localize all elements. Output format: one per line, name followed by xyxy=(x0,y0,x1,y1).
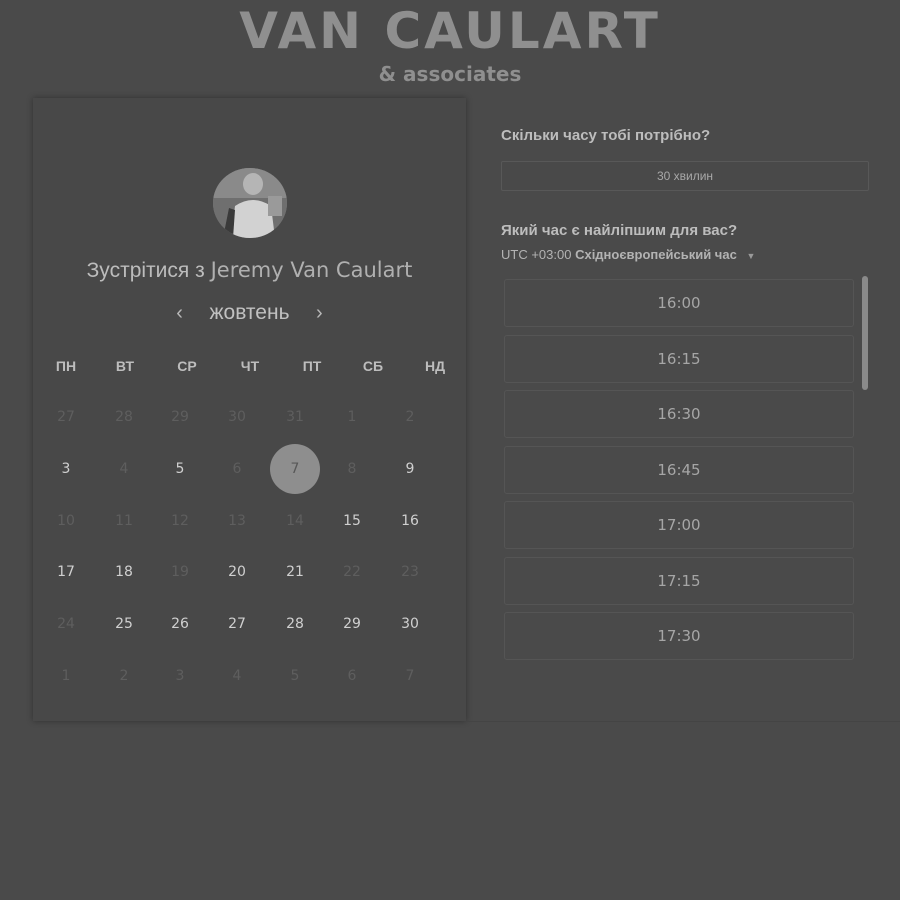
calendar-day: 22 xyxy=(343,564,361,580)
calendar-day[interactable]: 25 xyxy=(99,599,149,649)
calendar-day: 24 xyxy=(57,616,75,632)
calendar-day[interactable]: 27 xyxy=(212,599,262,649)
time-slot-button[interactable]: 16:30 xyxy=(504,390,854,438)
calendar-day: 2 xyxy=(119,668,129,684)
chevron-right-icon[interactable]: › xyxy=(307,302,331,325)
duration-question: Скільки часу тобі потрібно? xyxy=(501,127,711,144)
weekday-label: ПТ xyxy=(302,358,322,374)
calendar-day[interactable]: 18 xyxy=(99,547,149,597)
calendar-day: 1 xyxy=(61,668,71,684)
calendar-day: 1 xyxy=(347,409,357,425)
calendar-day: 19 xyxy=(171,564,189,580)
calendar-day: 11 xyxy=(115,513,133,529)
weekday-label: ВТ xyxy=(115,358,135,374)
booking-card: Зустрітися з Jeremy Van Caulart ‹ жовтен… xyxy=(33,98,466,721)
weekday-label: СБ xyxy=(362,358,384,374)
calendar-day[interactable]: 3 xyxy=(41,444,91,494)
calendar-day: 23 xyxy=(401,564,419,580)
time-slot-list: 16:00 16:15 16:30 16:45 17:00 17:15 17:30 xyxy=(504,278,856,668)
host-photo-icon xyxy=(213,168,287,238)
calendar-day: 29 xyxy=(171,409,189,425)
calendar-day: 14 xyxy=(286,513,304,529)
host-name: Jeremy Van Caulart xyxy=(210,258,413,282)
divider xyxy=(466,721,900,722)
host-avatar xyxy=(213,168,287,238)
calendar-day: 6 xyxy=(232,461,242,477)
calendar-day: 4 xyxy=(232,668,242,684)
calendar-day[interactable]: 26 xyxy=(155,599,205,649)
time-slot-button[interactable]: 16:15 xyxy=(504,334,854,383)
calendar-day: 7 xyxy=(405,668,415,684)
chevron-left-icon[interactable]: ‹ xyxy=(168,302,192,325)
calendar-day[interactable]: 28 xyxy=(270,599,320,649)
duration-select[interactable]: 30 хвилин xyxy=(501,161,869,191)
calendar-day[interactable]: 30 xyxy=(385,599,435,649)
weekday-label: ЧТ xyxy=(240,358,260,374)
calendar-day: 30 xyxy=(228,409,246,425)
meet-prefix: Зустрітися з xyxy=(86,259,205,282)
calendar-day: 10 xyxy=(57,513,75,529)
timezone-offset: UTC +03:00 xyxy=(501,247,572,262)
weekday-label: ПН xyxy=(55,358,77,374)
calendar-day: 2 xyxy=(405,409,415,425)
calendar-day[interactable]: 20 xyxy=(212,547,262,597)
slot-scrollbar[interactable] xyxy=(862,276,868,666)
calendar-day-selected[interactable]: 7 xyxy=(270,444,320,494)
timezone-name: Східноєвропейський час xyxy=(575,247,737,262)
calendar-day[interactable]: 9 xyxy=(385,444,435,494)
time-question: Який час є найліпшим для вас? xyxy=(501,222,738,239)
calendar-day[interactable]: 5 xyxy=(155,444,205,494)
month-navigation: ‹ жовтень › xyxy=(33,301,466,325)
calendar-day: 13 xyxy=(228,513,246,529)
calendar-day[interactable]: 21 xyxy=(270,547,320,597)
month-label: жовтень xyxy=(209,301,290,324)
calendar-day: 27 xyxy=(57,409,75,425)
time-slot-button[interactable]: 17:15 xyxy=(504,556,854,605)
timezone-selector[interactable]: UTC +03:00 Східноєвропейський час ▼ xyxy=(501,247,755,262)
calendar-day[interactable]: 16 xyxy=(385,496,435,546)
calendar-day[interactable]: 15 xyxy=(327,496,377,546)
calendar-day: 31 xyxy=(286,409,304,425)
brand-title: VAN CAULART xyxy=(239,2,661,60)
calendar-day: 4 xyxy=(119,461,129,477)
calendar-day[interactable]: 17 xyxy=(41,547,91,597)
calendar-day: 12 xyxy=(171,513,189,529)
brand-subtitle: & associates xyxy=(378,62,522,86)
time-slot-button[interactable]: 16:45 xyxy=(504,445,854,494)
calendar-day: 28 xyxy=(115,409,133,425)
calendar-day: 5 xyxy=(290,668,300,684)
calendar-day: 3 xyxy=(175,668,185,684)
calendar-day: 8 xyxy=(347,461,357,477)
weekday-header: ПН ВТ СР ЧТ ПТ СБ НД xyxy=(33,358,466,378)
time-slot-button[interactable]: 16:00 xyxy=(504,279,854,327)
scrollbar-thumb[interactable] xyxy=(862,276,868,390)
calendar-day[interactable]: 29 xyxy=(327,599,377,649)
weekday-label: СР xyxy=(177,358,197,374)
weekday-label: НД xyxy=(424,358,446,374)
caret-down-icon[interactable]: ▼ xyxy=(746,251,755,261)
meet-heading: Зустрітися з Jeremy Van Caulart xyxy=(33,258,466,283)
calendar-day: 6 xyxy=(347,668,357,684)
time-slot-button[interactable]: 17:00 xyxy=(504,501,854,549)
time-slot-button[interactable]: 17:30 xyxy=(504,612,854,660)
